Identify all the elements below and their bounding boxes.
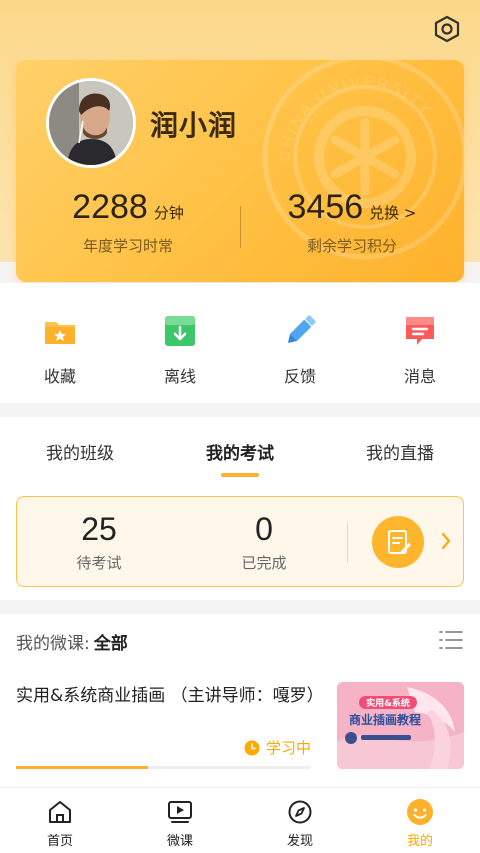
- message-icon: [406, 317, 434, 345]
- pencil-icon: [287, 315, 316, 344]
- feedback-button[interactable]: 反馈: [240, 283, 360, 403]
- completed-exams-label: 已完成: [241, 554, 287, 572]
- study-time-label: 年度学习时常: [82, 237, 173, 255]
- my-learning-section: 我的班级 我的考试 我的直播 25 待考试 0 已完成: [0, 417, 480, 600]
- micro-course-section: 我的微课: 全部 实用&系统商业插画 （主讲导师：嘎罗） 学习中 实用&系统 商业…: [0, 614, 480, 787]
- favorites-button[interactable]: 收藏: [0, 283, 120, 403]
- nav-discover-label: 发现: [286, 834, 313, 849]
- messages-button[interactable]: 消息: [360, 283, 480, 403]
- study-time-stat: 2288 分钟 年度学习时常: [16, 188, 240, 256]
- avatar[interactable]: [46, 78, 136, 168]
- svg-text:商业插画教程: 商业插画教程: [349, 712, 421, 727]
- clock-icon: [244, 740, 260, 755]
- exam-paper-icon: [388, 530, 411, 554]
- course-cover-image: 实用&系统 商业插画教程: [337, 682, 464, 769]
- course-header-label: 我的微课:: [16, 634, 90, 654]
- course-header: 我的微课: 全部: [16, 629, 128, 654]
- star-folder-icon: [45, 322, 75, 344]
- course-filter[interactable]: 全部: [94, 634, 128, 654]
- redeem-link[interactable]: 兑换 >: [369, 204, 416, 222]
- course-progress-fill: [16, 766, 149, 769]
- favorites-label: 收藏: [43, 367, 76, 386]
- download-icon: [165, 316, 195, 346]
- tab-my-live[interactable]: 我的直播: [320, 417, 480, 483]
- offline-label: 离线: [163, 367, 196, 386]
- study-time-unit: 分钟: [153, 204, 184, 222]
- svg-text:实用&系统: 实用&系统: [366, 697, 410, 709]
- pending-exams-stat: 25 待考试: [19, 511, 179, 573]
- nav-micro-course-label: 微课: [166, 834, 193, 849]
- nav-home-label: 首页: [46, 834, 73, 849]
- pending-exams-label: 待考试: [76, 554, 122, 572]
- completed-exams-stat: 0 已完成: [184, 511, 344, 573]
- exam-divider: [347, 523, 348, 563]
- course-title[interactable]: 实用&系统商业插画 （主讲导师：嘎罗）: [16, 682, 324, 710]
- settings-button[interactable]: [430, 12, 464, 46]
- tab-my-class[interactable]: 我的班级: [0, 417, 160, 483]
- study-time-value: 2288: [72, 188, 148, 226]
- course-thumbnail[interactable]: 实用&系统 商业插画教程: [337, 682, 464, 769]
- nav-home[interactable]: 首页: [0, 788, 120, 853]
- user-photo: [49, 81, 133, 165]
- home-icon: [49, 801, 71, 823]
- username: 润小润: [150, 109, 238, 142]
- completed-exams-value: 0: [255, 511, 273, 547]
- chevron-right-icon[interactable]: [439, 530, 453, 552]
- messages-label: 消息: [403, 367, 436, 386]
- course-progress-bar: [16, 766, 310, 769]
- compass-icon: [288, 800, 312, 824]
- pending-exams-value: 25: [81, 511, 117, 547]
- bottom-navigation: 首页 微课 发现 我的: [0, 787, 480, 853]
- points-value: 3456: [287, 188, 364, 226]
- feedback-label: 反馈: [283, 367, 316, 386]
- nav-mine[interactable]: 我的: [360, 788, 480, 853]
- profile-icon: [407, 799, 433, 825]
- exam-button[interactable]: [372, 516, 424, 568]
- offline-button[interactable]: 离线: [120, 283, 240, 403]
- points-stat[interactable]: 3456 兑换 > 剩余学习积分: [240, 188, 464, 256]
- tab-bar: 我的班级 我的考试 我的直播: [0, 417, 480, 483]
- video-icon: [168, 801, 192, 823]
- course-status: 学习中: [244, 737, 311, 758]
- nav-micro-course[interactable]: 微课: [120, 788, 240, 853]
- points-label: 剩余学习积分: [306, 237, 397, 255]
- quick-actions: 收藏 离线 反馈 消息: [0, 283, 480, 403]
- nav-mine-label: 我的: [406, 834, 433, 849]
- list-icon[interactable]: [438, 628, 464, 652]
- hexagon-gear-icon: [434, 15, 460, 43]
- nav-discover[interactable]: 发现: [240, 788, 360, 853]
- exam-summary[interactable]: 25 待考试 0 已完成: [16, 496, 464, 587]
- tab-my-exam[interactable]: 我的考试: [160, 417, 320, 483]
- profile-card: CHINA UNIVERSITY 润小润 2288 分钟 年度学习时常 3456 兑…: [16, 60, 464, 282]
- course-status-label: 学习中: [266, 739, 312, 757]
